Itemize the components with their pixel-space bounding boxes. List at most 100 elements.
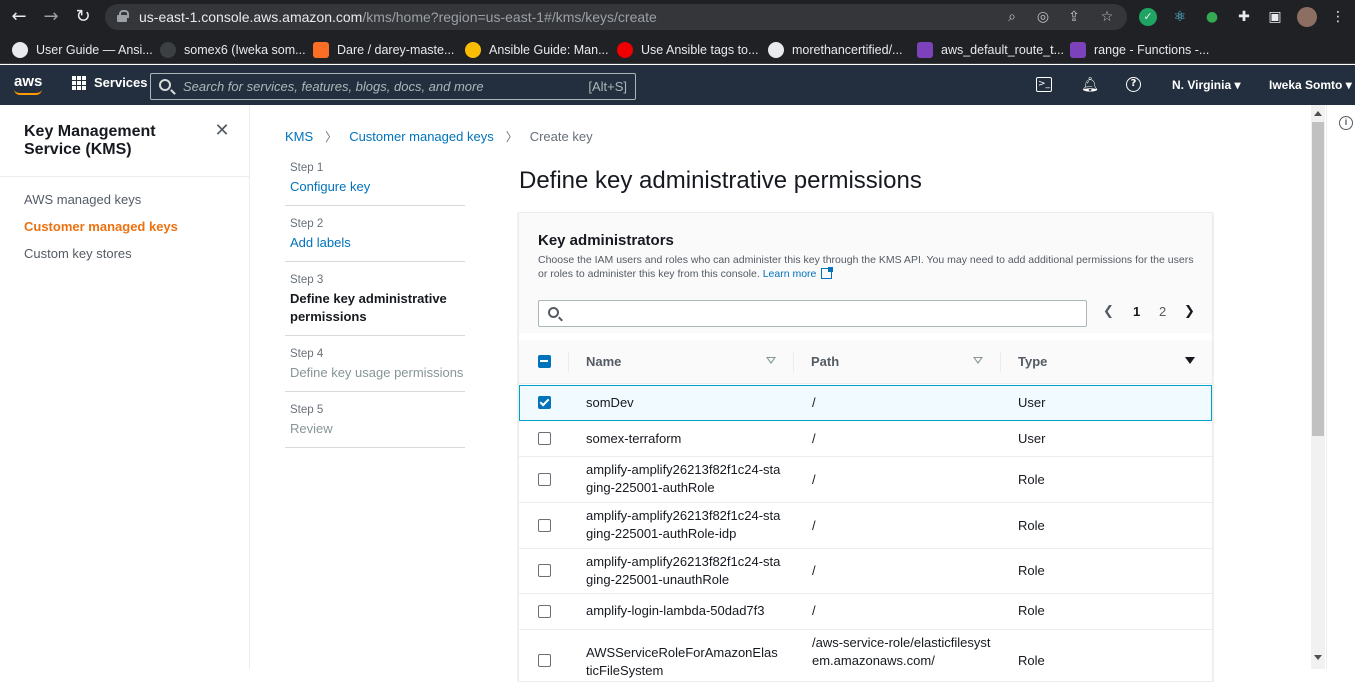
globe-icon: [12, 42, 28, 58]
breadcrumb-customer-managed-keys[interactable]: Customer managed keys: [349, 129, 494, 144]
cloudshell-icon[interactable]: >_: [1036, 77, 1052, 92]
bookmark[interactable]: User Guide — Ansi...: [12, 41, 153, 59]
close-icon[interactable]: ✕: [214, 122, 230, 140]
table-row[interactable]: amplify-amplify26213f82f1c24-staging-225…: [519, 503, 1212, 549]
search-icon: [548, 307, 559, 318]
learn-more-link[interactable]: Learn more: [763, 268, 817, 280]
cell-type: Role: [1018, 653, 1045, 668]
bookmark[interactable]: morethancertified/...: [768, 41, 902, 59]
chevron-right-icon: 〉: [505, 130, 518, 144]
page-2-button[interactable]: 2: [1159, 304, 1166, 319]
sidebar-item-custom-key-stores[interactable]: Custom key stores: [24, 246, 132, 261]
region-selector[interactable]: N. Virginia ▾: [1172, 78, 1241, 92]
lock-icon: [117, 10, 129, 22]
row-checkbox[interactable]: [538, 519, 551, 532]
table-row[interactable]: AWSServiceRoleForAmazonElasticFileSystem…: [519, 630, 1212, 682]
bookmarks-bar: User Guide — Ansi... somex6 (Iweka som..…: [0, 34, 1355, 64]
row-checkbox[interactable]: [538, 396, 551, 409]
column-header-name[interactable]: Name: [586, 354, 621, 369]
back-icon[interactable]: ←: [8, 6, 30, 28]
share-icon[interactable]: ⇪: [1065, 8, 1083, 26]
bookmark[interactable]: Use Ansible tags to...: [617, 41, 758, 59]
table-row[interactable]: amplify-login-lambda-50dad7f3 / Role: [519, 594, 1212, 630]
bookmark[interactable]: Dare / darey-maste...: [313, 41, 454, 59]
scroll-down-icon[interactable]: [1314, 655, 1322, 660]
sidepanel-icon[interactable]: ▣: [1265, 7, 1285, 27]
info-icon[interactable]: i: [1339, 116, 1353, 130]
scrollbar-thumb[interactable]: [1312, 122, 1324, 436]
table-row[interactable]: somDev / User: [519, 385, 1212, 421]
filter-search-input[interactable]: [538, 300, 1087, 327]
aws-console-header: aws Services Search for services, featur…: [0, 65, 1355, 105]
star-icon[interactable]: ☆: [1098, 8, 1116, 26]
row-checkbox[interactable]: [538, 654, 551, 667]
page-1-button[interactable]: 1: [1133, 304, 1140, 319]
column-divider: [793, 352, 794, 372]
bookmark[interactable]: aws_default_route_t...: [917, 41, 1064, 59]
zoom-icon[interactable]: ⌕: [1003, 8, 1021, 26]
chevron-left-icon[interactable]: ❮: [1103, 304, 1114, 319]
column-header-path[interactable]: Path: [811, 354, 839, 369]
cell-path: /: [812, 563, 816, 578]
aws-logo[interactable]: aws: [14, 73, 42, 95]
sort-icon[interactable]: [766, 357, 776, 364]
bookmark[interactable]: Ansible Guide: Man...: [465, 41, 609, 59]
bell-icon[interactable]: 🔔︎: [1081, 77, 1099, 93]
address-bar[interactable]: us-east-1.console.aws.amazon.com/kms/hom…: [105, 4, 1127, 30]
breadcrumb-current: Create key: [529, 129, 593, 144]
chevron-right-icon: 〉: [325, 130, 338, 144]
table-row[interactable]: somex-terraform / User: [519, 421, 1212, 457]
url-text: us-east-1.console.aws.amazon.com/kms/hom…: [139, 9, 657, 25]
bookmark[interactable]: somex6 (Iweka som...: [160, 41, 306, 59]
step-number: Step 3: [290, 274, 324, 286]
help-icon[interactable]: ?: [1126, 77, 1141, 92]
bookmark-label: range - Functions -...: [1094, 43, 1210, 57]
lightbulb-icon: [465, 42, 481, 58]
cell-name: AWSServiceRoleForAmazonElasticFileSystem: [586, 645, 778, 678]
sidebar-item-customer-managed-keys[interactable]: Customer managed keys: [24, 219, 178, 234]
services-menu-button[interactable]: Services: [72, 75, 148, 90]
sidebar-item-aws-managed-keys[interactable]: AWS managed keys: [24, 192, 141, 207]
cell-name: amplify-amplify26213f82f1c24-staging-225…: [586, 554, 781, 587]
sort-icon[interactable]: [973, 357, 983, 364]
search-shortcut: [Alt+S]: [588, 79, 627, 94]
react-devtools-icon[interactable]: ⚛: [1170, 7, 1190, 27]
row-checkbox[interactable]: [538, 605, 551, 618]
bookmark-label: aws_default_route_t...: [941, 43, 1064, 57]
table-row[interactable]: amplify-amplify26213f82f1c24-staging-225…: [519, 457, 1212, 503]
cell-type: Role: [1018, 472, 1045, 487]
scroll-up-icon[interactable]: [1314, 111, 1322, 116]
breadcrumb-kms[interactable]: KMS: [285, 129, 313, 144]
search-icon: [159, 79, 171, 91]
table-row[interactable]: amplify-amplify26213f82f1c24-staging-225…: [519, 549, 1212, 594]
account-menu[interactable]: Iweka Somto ▾: [1269, 78, 1352, 92]
browser-toolbar: ← → ↻ us-east-1.console.aws.amazon.com/k…: [0, 0, 1355, 34]
reload-icon[interactable]: ↻: [72, 6, 94, 28]
menu-dots-icon[interactable]: ⋮: [1328, 7, 1348, 27]
puzzle-icon[interactable]: ✚: [1234, 7, 1254, 27]
profile-avatar[interactable]: [1297, 7, 1317, 27]
row-checkbox[interactable]: [538, 432, 551, 445]
chevron-right-icon[interactable]: ❯: [1184, 304, 1195, 319]
cell-name: amplify-login-lambda-50dad7f3: [586, 603, 765, 618]
eye-off-icon[interactable]: ◎: [1034, 8, 1052, 26]
cell-path: /: [812, 431, 816, 446]
step-number: Step 5: [290, 404, 324, 416]
cell-name: somex-terraform: [586, 431, 682, 446]
column-header-type[interactable]: Type: [1018, 354, 1047, 369]
wizard-step-1: Step 1 Configure key: [285, 160, 465, 206]
grammarly-extension-icon[interactable]: ✓: [1139, 8, 1157, 26]
sort-descending-icon[interactable]: [1185, 357, 1195, 364]
github-icon: [768, 42, 784, 58]
forward-icon[interactable]: →: [40, 6, 62, 28]
console-search-input[interactable]: Search for services, features, blogs, do…: [150, 73, 636, 100]
extension-icon[interactable]: ●: [1202, 7, 1222, 27]
step-link-configure-key[interactable]: Configure key: [290, 178, 370, 196]
select-all-checkbox[interactable]: [538, 355, 551, 368]
row-checkbox[interactable]: [538, 473, 551, 486]
step-number: Step 2: [290, 218, 324, 230]
external-link-icon: [821, 267, 834, 279]
step-link-add-labels[interactable]: Add labels: [290, 234, 351, 252]
row-checkbox[interactable]: [538, 564, 551, 577]
bookmark[interactable]: range - Functions -...: [1070, 41, 1209, 59]
